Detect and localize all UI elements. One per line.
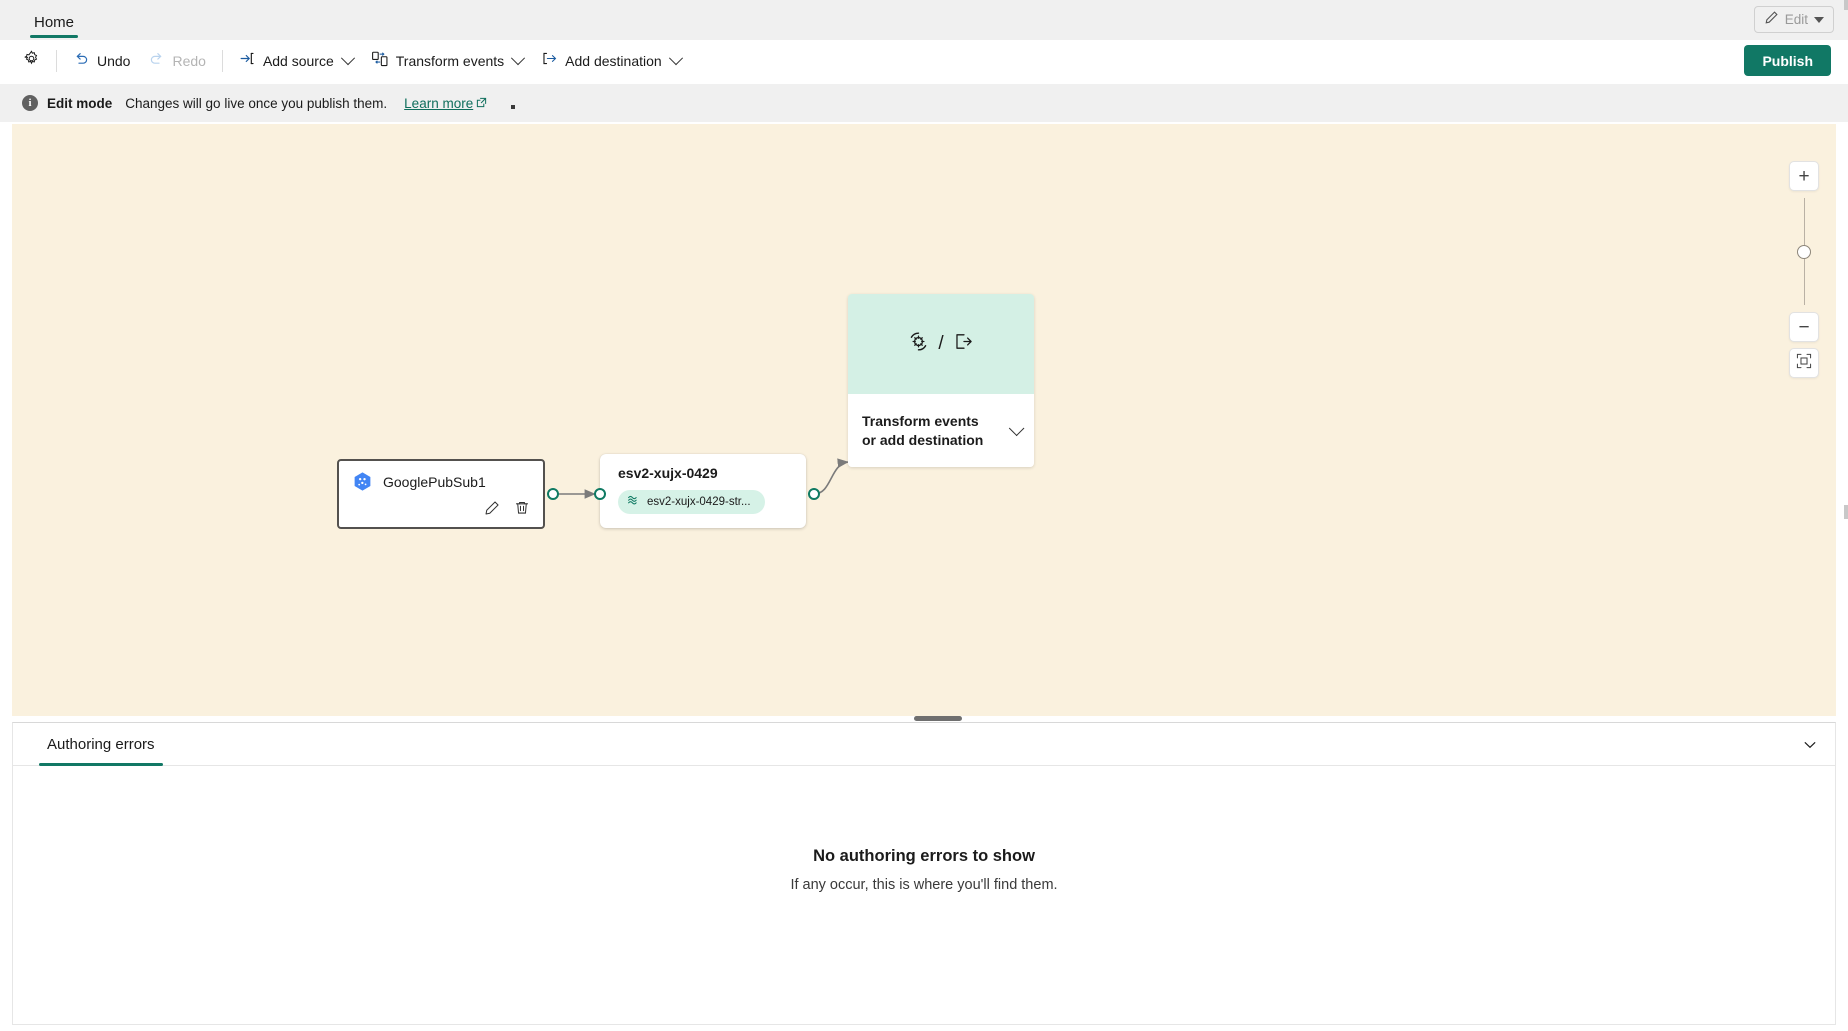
toolbar-divider-2 [221,50,223,72]
zoom-slider[interactable] [1789,194,1819,309]
node-actions [484,500,530,521]
undo-button[interactable]: Undo [64,46,139,76]
pipeline-canvas[interactable]: GooglePubSub1 esv2-xujx-0429 esv2-xujx-0… [12,124,1836,716]
panel-collapse-button[interactable] [1799,734,1821,756]
publish-button[interactable]: Publish [1744,45,1831,76]
edit-label: Edit [1784,12,1808,27]
transform-events-icon [371,50,389,73]
info-icon: i [22,95,38,111]
stream-chip-label: esv2-xujx-0429-str... [647,496,751,508]
placeholder-label: Transform events or add destination [862,412,984,448]
node-header: GooglePubSub1 [339,461,543,492]
pencil-icon[interactable] [484,500,500,521]
stream-chip[interactable]: esv2-xujx-0429-str... [618,490,765,514]
node-add-transform-or-destination[interactable]: / Transform events or add destination [848,294,1034,467]
edge-stream-to-placeholder [813,458,849,495]
add-destination-icon [541,50,558,72]
chevron-down-icon [1804,742,1816,749]
port-stream-out[interactable] [808,488,820,500]
stream-title: esv2-xujx-0429 [618,465,718,481]
settings-button[interactable] [14,46,49,76]
placeholder-label-row[interactable]: Transform events or add destination [848,394,1034,467]
undo-label: Undo [97,53,131,69]
redo-label: Redo [172,53,206,69]
tab-authoring-errors[interactable]: Authoring errors [39,723,163,766]
redo-icon [148,50,165,72]
cursor-artifact [511,105,515,109]
panel-empty-state: No authoring errors to show If any occur… [13,847,1835,893]
tab-home[interactable]: Home [24,14,84,40]
chevron-down-icon [340,51,355,66]
scrollbar-track-top[interactable] [1844,0,1848,10]
placeholder-icons: / [848,294,1034,394]
zoom-out-label: − [1798,316,1810,338]
redo-button[interactable]: Redo [139,46,214,76]
add-source-icon [239,50,256,72]
zoom-in-label: + [1798,165,1810,187]
stream-icon [626,493,640,512]
external-link-icon [476,96,487,111]
transform-icon [907,330,930,358]
port-source-out[interactable] [547,488,559,500]
toolbar-divider-1 [56,50,57,72]
transform-events-button[interactable]: Transform events [362,46,532,76]
chevron-down-icon[interactable] [1008,420,1025,437]
add-destination-button[interactable]: Add destination [532,46,690,76]
add-source-label: Add source [262,53,334,69]
learn-more-link[interactable]: Learn more [404,96,487,111]
zoom-in-button[interactable]: + [1789,161,1819,191]
separator-slash: / [938,333,944,354]
edit-mode-message: Changes will go live once you publish th… [125,95,388,111]
caret-down-icon [1814,16,1824,23]
zoom-controls: + − [1789,161,1819,378]
fit-to-screen-button[interactable] [1789,348,1819,378]
add-source-button[interactable]: Add source [230,46,362,76]
edit-mode-title: Edit mode [47,95,113,111]
port-stream-in[interactable] [594,488,606,500]
node-eventstream[interactable]: esv2-xujx-0429 esv2-xujx-0429-str... [600,454,806,528]
transform-events-label: Transform events [395,53,505,69]
scrollbar-track-mid[interactable] [1844,505,1848,519]
gear-icon [23,50,40,72]
undo-icon [73,50,90,72]
bottom-panel: Authoring errors No authoring errors to … [12,722,1836,1025]
chevron-down-icon [668,51,683,66]
panel-tab-bar: Authoring errors [13,723,1835,766]
fit-to-screen-icon [1796,353,1812,374]
empty-title: No authoring errors to show [813,847,1035,865]
command-bar: Undo Redo Add source Transform events Ad… [0,40,1848,82]
chevron-down-icon [511,51,526,66]
node-google-pubsub1[interactable]: GooglePubSub1 [337,459,545,529]
empty-subtitle: If any occur, this is where you'll find … [790,877,1058,893]
add-destination-label: Add destination [565,53,662,69]
learn-more-label: Learn more [404,95,474,111]
panel-resize-handle[interactable] [914,716,962,721]
edit-mode-button[interactable]: Edit [1753,6,1834,33]
zoom-slider-knob[interactable] [1797,245,1811,259]
edit-mode-infobar: i Edit mode Changes will go live once yo… [0,84,1848,122]
node-title: GooglePubSub1 [383,473,486,490]
export-icon [952,330,975,358]
pencil-icon [1764,10,1779,30]
trash-icon[interactable] [514,500,530,521]
zoom-out-button[interactable]: − [1789,312,1819,342]
google-pubsub-icon [352,471,373,492]
ribbon-tab-strip: Home Edit [0,0,1848,40]
